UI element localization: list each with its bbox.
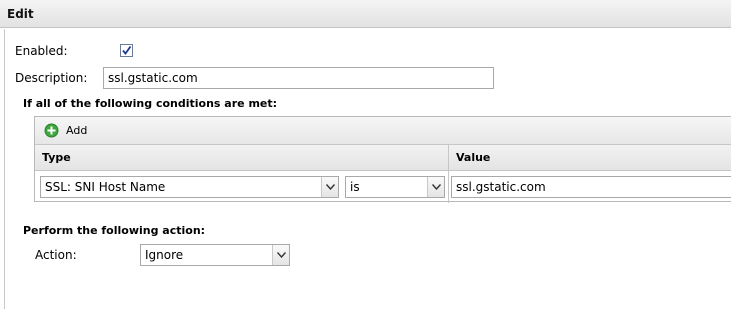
condition-value-input[interactable] [451,176,731,198]
enabled-label: Enabled: [15,44,68,58]
column-header-type: Type [42,151,71,164]
enabled-checkbox[interactable] [120,44,133,57]
action-heading: Perform the following action: [23,224,206,237]
action-select[interactable]: Ignore [140,244,290,266]
checkmark-icon [122,45,132,55]
chevron-down-icon[interactable] [321,177,338,197]
conditions-heading: If all of the following conditions are m… [23,97,278,110]
chevron-down-icon[interactable] [427,177,444,197]
grid-header: Type Value [35,145,731,171]
condition-operator-value: is [350,180,360,194]
action-label: Action: [35,248,77,262]
conditions-grid: Add Type Value SSL: SNI Host Name is [34,116,731,203]
window-title: Edit [7,7,34,21]
column-header-value: Value [456,151,491,164]
condition-type-value: SSL: SNI Host Name [45,180,166,194]
add-icon [44,123,59,138]
description-label: Description: [15,71,88,85]
action-value: Ignore [145,248,184,262]
column-divider [448,145,449,203]
condition-operator-select[interactable]: is [345,176,445,198]
description-input[interactable] [103,67,494,89]
grid-toolbar: Add [35,117,731,145]
add-label: Add [66,124,88,137]
chevron-down-icon[interactable] [272,245,289,265]
condition-type-select[interactable]: SSL: SNI Host Name [40,176,339,198]
title-bar: Edit [0,0,731,28]
